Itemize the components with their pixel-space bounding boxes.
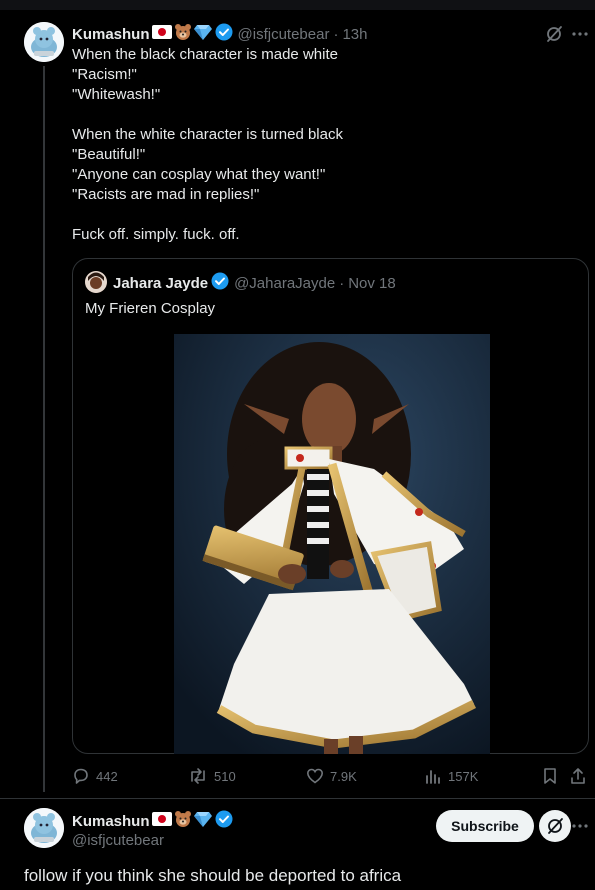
author-name[interactable]: Kumashun [72,26,150,43]
quoted-avatar [85,271,107,293]
bear-face-icon [174,23,192,45]
grok-icon[interactable] [544,24,564,44]
subscribe-button[interactable]: Subscribe [436,810,534,842]
grok-button[interactable] [539,810,571,842]
repost-count: 510 [214,768,236,784]
verified-badge-icon [215,23,233,45]
more-options-icon[interactable] [570,24,590,44]
share-icon[interactable] [568,766,588,786]
reply-button[interactable]: 442 [72,767,118,785]
top-divider [0,0,595,10]
thread-connector-line [43,66,45,792]
japan-flag-icon [151,812,172,830]
verified-badge-icon [211,272,229,294]
repost-icon [191,768,205,784]
quoted-author-name[interactable]: Jahara Jayde [113,275,208,292]
reply-header: Kumashun [72,810,233,832]
post-action-bar: 442 510 7.9K 157K [72,764,590,790]
gem-icon [193,24,212,44]
reply-count: 442 [96,768,118,784]
author-handle[interactable]: @isfjcutebear [238,26,330,43]
quoted-post-text: My Frieren Cosplay [85,300,216,317]
like-button[interactable]: 7.9K [306,767,357,785]
reply-icon [74,768,88,784]
views-icon [426,770,440,784]
reply-text: follow if you think she should be deport… [24,866,402,885]
more-options-icon[interactable] [570,816,590,836]
reply-author-handle[interactable]: @isfjcutebear [72,832,164,849]
post-time[interactable]: 13h [342,26,367,43]
avatar-image [24,22,64,62]
japan-flag-icon [151,25,172,43]
repost-button[interactable]: 510 [188,767,236,785]
views-button[interactable]: 157K [424,767,478,785]
cosplay-photo[interactable] [174,334,490,754]
avatar-image [24,808,64,848]
post-header: Kumashun @isfjcutebear · 13h [72,23,367,45]
dot-separator: · [339,274,345,292]
verified-badge-icon [215,810,233,832]
quoted-post-date[interactable]: Nov 18 [348,275,396,292]
reply-avatar[interactable] [24,808,64,848]
post-text: When the black character is made white "… [72,46,343,243]
quoted-post-card[interactable]: Jahara Jayde @JaharaJayde · Nov 18 My Fr… [72,258,589,754]
quoted-author-handle[interactable]: @JaharaJayde [234,275,335,292]
avatar[interactable] [24,22,64,62]
like-count: 7.9K [330,768,357,784]
reply-author-name[interactable]: Kumashun [72,813,150,830]
bear-face-icon [174,810,192,832]
bookmark-icon[interactable] [540,766,560,786]
post-divider [0,798,595,799]
dot-separator: · [333,25,339,43]
grok-icon [548,818,563,834]
views-count: 157K [448,768,479,784]
gem-icon [193,811,212,831]
heart-icon [306,768,324,784]
quoted-post-header: Jahara Jayde @JaharaJayde · Nov 18 [113,272,396,294]
